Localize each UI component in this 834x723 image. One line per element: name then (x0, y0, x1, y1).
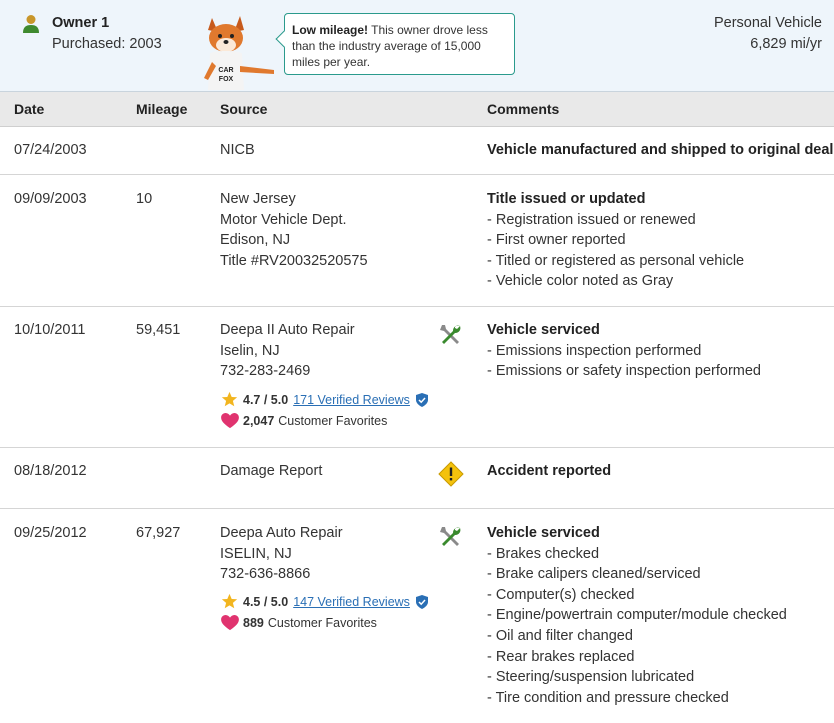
source-line: Deepa Auto Repair (220, 525, 343, 541)
record-date: 08/18/2012 (14, 463, 87, 479)
record-comments: Title issued or updated - Registration i… (487, 189, 744, 292)
source-line: Motor Vehicle Dept. (220, 211, 347, 228)
owner-header: Owner 1 Purchased: 2003 CAR FOX Low mile… (0, 0, 834, 92)
mascot-label-top: CAR (218, 67, 233, 74)
table-row: 09/09/2003 10 New Jersey Motor Vehicle D… (0, 175, 834, 307)
verified-shield-icon (415, 594, 428, 609)
record-source: Deepa II Auto Repair Iselin, NJ 732-283-… (220, 320, 355, 382)
comment-item: - Emissions inspection performed (487, 342, 702, 359)
source-line: 732-636-8866 (220, 566, 311, 583)
heart-icon (221, 413, 239, 429)
comment-title: Vehicle manufactured and shipped to orig… (487, 142, 834, 158)
heart-icon (221, 615, 239, 631)
owner-title: Owner 1 (52, 15, 110, 31)
favorites-count: 2,047 (243, 414, 275, 428)
wrench-screwdriver-icon (440, 325, 461, 344)
source-line: ISELIN, NJ (220, 545, 292, 562)
record-source: Damage Report (220, 461, 322, 482)
shop-rating: 4.7 / 5.0 171 Verified Reviews (221, 391, 428, 408)
source-line: Deepa II Auto Repair (220, 322, 355, 338)
source-line: New Jersey (220, 191, 296, 207)
source-line: Title #RV20032520575 (220, 252, 368, 269)
record-comments: Vehicle serviced - Emissions inspection … (487, 320, 761, 382)
verified-shield-icon (415, 392, 428, 407)
record-mileage: 10 (136, 191, 153, 207)
comment-item: - Brake calipers cleaned/serviced (487, 566, 701, 583)
source-line: 732-283-2469 (220, 363, 311, 380)
record-comments: Vehicle manufactured and shipped to orig… (487, 140, 834, 161)
rating-score: 4.7 / 5.0 (243, 392, 289, 407)
column-header-comments: Comments (487, 101, 560, 117)
record-source: Deepa Auto Repair ISELIN, NJ 732-636-886… (220, 523, 343, 585)
favorites-count: 889 (243, 616, 264, 630)
source-line: Damage Report (220, 463, 323, 479)
source-line: NICB (220, 142, 255, 158)
comment-item: - Registration issued or renewed (487, 211, 696, 228)
record-comments: Accident reported (487, 461, 611, 482)
record-date: 10/10/2011 (14, 322, 86, 338)
rating-score: 4.5 / 5.0 (243, 594, 289, 609)
table-row: 09/25/2012 67,927 Deepa Auto Repair ISEL… (0, 509, 834, 723)
shop-favorites: 889 Customer Favorites (221, 615, 377, 631)
table-header: Date Mileage Source Comments (0, 92, 834, 127)
star-icon (221, 593, 238, 609)
record-date: 09/25/2012 (14, 525, 87, 541)
favorites-label: Customer Favorites (267, 616, 377, 630)
column-header-mileage: Mileage (136, 101, 188, 117)
comment-title: Accident reported (487, 463, 612, 479)
comment-item: - Vehicle color noted as Gray (487, 273, 674, 290)
shop-favorites: 2,047 Customer Favorites (221, 413, 387, 429)
carfox-mascot: CAR FOX (204, 16, 274, 90)
record-mileage: 67,927 (136, 525, 181, 541)
source-line: Iselin, NJ (220, 342, 280, 359)
shop-rating: 4.5 / 5.0 147 Verified Reviews (221, 593, 428, 610)
column-header-date: Date (14, 101, 45, 117)
comment-item: - Steering/suspension lubricated (487, 669, 695, 686)
mascot-label-bottom: FOX (219, 76, 234, 83)
favorites-label: Customer Favorites (278, 414, 388, 428)
verified-reviews-link[interactable]: 171 Verified Reviews (293, 393, 410, 407)
comment-title: Title issued or updated (487, 191, 646, 207)
person-icon (23, 15, 39, 33)
comment-item: - Emissions or safety inspection perform… (487, 363, 761, 380)
record-date: 07/24/2003 (14, 142, 87, 158)
comment-item: - Engine/powertrain computer/module chec… (487, 607, 787, 624)
table-row: 07/24/2003 NICB Vehicle manufactured and… (0, 127, 834, 175)
vehicle-type: Personal Vehicle (713, 15, 822, 31)
verified-reviews-link[interactable]: 147 Verified Reviews (293, 595, 410, 609)
record-source: NICB (220, 140, 255, 161)
comment-item: - Tire condition and pressure checked (487, 689, 729, 706)
source-line: Edison, NJ (220, 232, 291, 249)
record-mileage: 59,451 (136, 322, 181, 338)
record-date: 09/09/2003 (14, 191, 87, 207)
warning-icon (438, 461, 464, 487)
star-icon (221, 391, 238, 407)
mileage-rate: 6,829 mi/yr (750, 36, 822, 52)
comment-item: - Rear brakes replaced (487, 648, 635, 665)
table-row: 08/18/2012 Damage Report Accident report… (0, 448, 834, 509)
table-row: 10/10/2011 59,451 Deepa II Auto Repair I… (0, 307, 834, 448)
comment-item: - Computer(s) checked (487, 586, 635, 603)
comment-item: - Titled or registered as personal vehic… (487, 252, 745, 269)
record-comments: Vehicle serviced - Brakes checked - Brak… (487, 523, 787, 708)
tooltip-bold: Low mileage! (292, 23, 369, 37)
record-source: New Jersey Motor Vehicle Dept. Edison, N… (220, 189, 368, 271)
comment-item: - Oil and filter changed (487, 627, 633, 644)
comment-item: - First owner reported (487, 232, 626, 249)
comment-title: Vehicle serviced (487, 322, 600, 338)
comment-title: Vehicle serviced (487, 525, 600, 541)
low-mileage-tooltip: Low mileage! This owner drove less than … (275, 13, 515, 75)
column-header-source: Source (220, 101, 268, 117)
owner-purchased: Purchased: 2003 (52, 36, 162, 52)
wrench-screwdriver-icon (440, 527, 461, 546)
comment-item: - Brakes checked (487, 545, 600, 562)
